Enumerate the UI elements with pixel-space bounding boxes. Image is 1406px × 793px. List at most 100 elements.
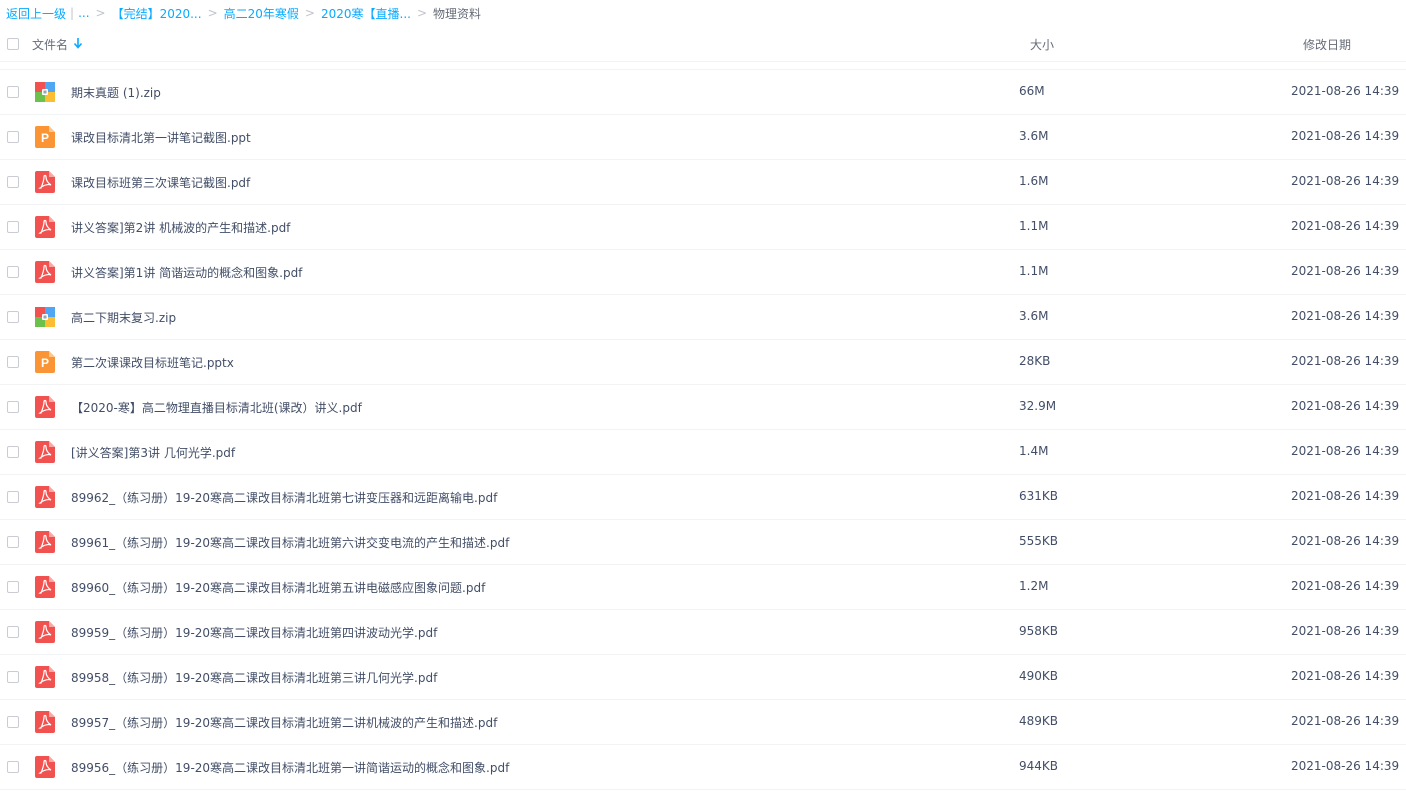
- zip-archive-icon: [35, 82, 55, 102]
- file-row[interactable]: 讲义答案]第2讲 机械波的产生和描述.pdf 1.1M 2021-08-26 14:…: [0, 205, 1406, 250]
- pdf-icon: [35, 396, 55, 418]
- row-checkbox[interactable]: [7, 401, 19, 413]
- file-type-icon: [34, 576, 56, 598]
- column-header-size[interactable]: 大小: [1030, 36, 1054, 53]
- file-row[interactable]: 期末真题.zip66M2021-08-26 14:39: [0, 62, 1406, 70]
- file-name[interactable]: 讲义答案]第1讲 简谐运动的概念和图象.pdf: [71, 264, 302, 281]
- file-name[interactable]: 期末真题 (1).zip: [71, 84, 161, 101]
- chevron-right-icon: >: [95, 6, 106, 20]
- file-type-icon: [34, 441, 56, 463]
- select-all-checkbox[interactable]: [7, 38, 19, 50]
- pdf-icon: [35, 261, 55, 283]
- file-size: 1.1M: [1019, 219, 1049, 233]
- file-row[interactable]: P 第二次课课改目标班笔记.pptx 28KB 2021-08-26 14:39: [0, 340, 1406, 385]
- file-row[interactable]: 89956_（练习册）19-20寒高二课改目标清北班第一讲简谐运动的概念和图象.…: [0, 745, 1406, 790]
- row-checkbox[interactable]: [7, 671, 19, 683]
- file-name[interactable]: 【2020-寒】高二物理直播目标清北班(课改）讲义.pdf: [71, 399, 362, 416]
- file-date: 2021-08-26 14:39: [1291, 354, 1400, 368]
- row-checkbox[interactable]: [7, 176, 19, 188]
- file-row[interactable]: 高二下期末复习.zip 3.6M 2021-08-26 14:39: [0, 295, 1406, 340]
- powerpoint-icon: P: [35, 351, 55, 373]
- chevron-right-icon: >: [207, 6, 218, 20]
- chevron-right-icon: >: [304, 6, 315, 20]
- file-type-icon: [34, 666, 56, 688]
- row-checkbox[interactable]: [7, 716, 19, 728]
- pdf-icon: [35, 711, 55, 733]
- file-row[interactable]: [讲义答案]第3讲 几何光学.pdf 1.4M 2021-08-26 14:39: [0, 430, 1406, 475]
- pdf-icon: [35, 666, 55, 688]
- file-type-icon: [34, 756, 56, 778]
- file-type-icon: [34, 711, 56, 733]
- row-checkbox[interactable]: [7, 311, 19, 323]
- file-name[interactable]: 讲义答案]第2讲 机械波的产生和描述.pdf: [71, 219, 290, 236]
- file-type-icon: [34, 306, 56, 328]
- file-type-icon: [34, 486, 56, 508]
- file-size: 28KB: [1019, 354, 1051, 368]
- file-name[interactable]: 课改目标班第三次课笔记截图.pdf: [71, 174, 250, 191]
- back-link[interactable]: 返回上一级: [6, 5, 66, 22]
- svg-text:P: P: [41, 131, 49, 145]
- file-name[interactable]: 课改目标清北第一讲笔记截图.ppt: [71, 129, 251, 146]
- file-row[interactable]: 讲义答案]第1讲 简谐运动的概念和图象.pdf 1.1M 2021-08-26 14…: [0, 250, 1406, 295]
- file-name[interactable]: 高二下期末复习.zip: [71, 309, 176, 326]
- row-checkbox[interactable]: [7, 536, 19, 548]
- breadcrumb: 返回上一级 | ... > 【完结】2020... > 高二20年寒假 > 20…: [0, 0, 1406, 26]
- file-name[interactable]: 89956_（练习册）19-20寒高二课改目标清北班第一讲简谐运动的概念和图象.…: [71, 759, 509, 776]
- breadcrumb-item[interactable]: 高二20年寒假: [224, 5, 299, 22]
- file-row[interactable]: P 课改目标清北第一讲笔记截图.ppt 3.6M 2021-08-26 14:39: [0, 115, 1406, 160]
- row-checkbox[interactable]: [7, 491, 19, 503]
- file-row[interactable]: 89959_（练习册）19-20寒高二课改目标清北班第四讲波动光学.pdf 958…: [0, 610, 1406, 655]
- file-size: 1.1M: [1019, 264, 1049, 278]
- file-name[interactable]: 89961_（练习册）19-20寒高二课改目标清北班第六讲交变电流的产生和描述.…: [71, 534, 509, 551]
- file-size: 32.9M: [1019, 399, 1057, 413]
- file-row[interactable]: 89961_（练习册）19-20寒高二课改目标清北班第六讲交变电流的产生和描述.…: [0, 520, 1406, 565]
- file-date: 2021-08-26 14:39: [1291, 489, 1400, 503]
- chevron-right-icon: >: [416, 6, 428, 20]
- row-checkbox[interactable]: [7, 446, 19, 458]
- file-type-icon: [34, 216, 56, 238]
- row-checkbox[interactable]: [7, 221, 19, 233]
- pdf-icon: [35, 621, 55, 643]
- row-checkbox[interactable]: [7, 761, 19, 773]
- row-checkbox[interactable]: [7, 626, 19, 638]
- row-checkbox[interactable]: [7, 356, 19, 368]
- breadcrumb-item[interactable]: 2020寒【直播...: [321, 5, 411, 22]
- row-checkbox[interactable]: [7, 86, 19, 98]
- column-header-name[interactable]: 文件名: [32, 36, 68, 53]
- file-name[interactable]: 89959_（练习册）19-20寒高二课改目标清北班第四讲波动光学.pdf: [71, 624, 437, 641]
- file-date: 2021-08-26 14:39: [1291, 759, 1400, 773]
- pdf-icon: [35, 441, 55, 463]
- zip-archive-icon: [35, 307, 55, 327]
- pdf-icon: [35, 576, 55, 598]
- file-date: 2021-08-26 14:39: [1291, 579, 1400, 593]
- file-list: 期末真题.zip66M2021-08-26 14:39 期末真题 (1).zip…: [0, 62, 1406, 793]
- pdf-icon: [35, 486, 55, 508]
- file-name[interactable]: [讲义答案]第3讲 几何光学.pdf: [71, 444, 235, 461]
- file-row[interactable]: 89960_（练习册）19-20寒高二课改目标清北班第五讲电磁感应图象问题.pd…: [0, 565, 1406, 610]
- pdf-icon: [35, 171, 55, 193]
- file-name[interactable]: 89962_（练习册）19-20寒高二课改目标清北班第七讲变压器和远距离输电.p…: [71, 489, 497, 506]
- row-checkbox[interactable]: [7, 131, 19, 143]
- arrow-down-icon[interactable]: [73, 37, 83, 49]
- file-row[interactable]: 课改目标班第三次课笔记截图.pdf 1.6M 2021-08-26 14:39: [0, 160, 1406, 205]
- row-checkbox[interactable]: [7, 266, 19, 278]
- file-name[interactable]: 89958_（练习册）19-20寒高二课改目标清北班第三讲几何光学.pdf: [71, 669, 437, 686]
- row-checkbox[interactable]: [7, 581, 19, 593]
- file-name[interactable]: 89960_（练习册）19-20寒高二课改目标清北班第五讲电磁感应图象问题.pd…: [71, 579, 485, 596]
- breadcrumb-ellipsis[interactable]: ...: [78, 6, 89, 20]
- file-row[interactable]: 89958_（练习册）19-20寒高二课改目标清北班第三讲几何光学.pdf 490…: [0, 655, 1406, 700]
- file-name[interactable]: 89957_（练习册）19-20寒高二课改目标清北班第二讲机械波的产生和描述.p…: [71, 714, 497, 731]
- column-header-date[interactable]: 修改日期: [1303, 36, 1351, 53]
- file-row[interactable]: 【2020-寒】高二物理直播目标清北班(课改）讲义.pdf 32.9M 2021-0…: [0, 385, 1406, 430]
- file-row[interactable]: 89957_（练习册）19-20寒高二课改目标清北班第二讲机械波的产生和描述.p…: [0, 700, 1406, 745]
- file-type-icon: [34, 81, 56, 103]
- svg-text:P: P: [41, 356, 49, 370]
- breadcrumb-item[interactable]: 【完结】2020...: [112, 5, 202, 22]
- file-row[interactable]: 89962_（练习册）19-20寒高二课改目标清北班第七讲变压器和远距离输电.p…: [0, 475, 1406, 520]
- file-type-icon: [34, 171, 56, 193]
- file-browser: 返回上一级 | ... > 【完结】2020... > 高二20年寒假 > 20…: [0, 0, 1406, 793]
- file-row[interactable]: 期末真题 (1).zip 66M 2021-08-26 14:39: [0, 70, 1406, 115]
- file-type-icon: [34, 261, 56, 283]
- file-size: 489KB: [1019, 714, 1059, 728]
- file-name[interactable]: 第二次课课改目标班笔记.pptx: [71, 354, 234, 371]
